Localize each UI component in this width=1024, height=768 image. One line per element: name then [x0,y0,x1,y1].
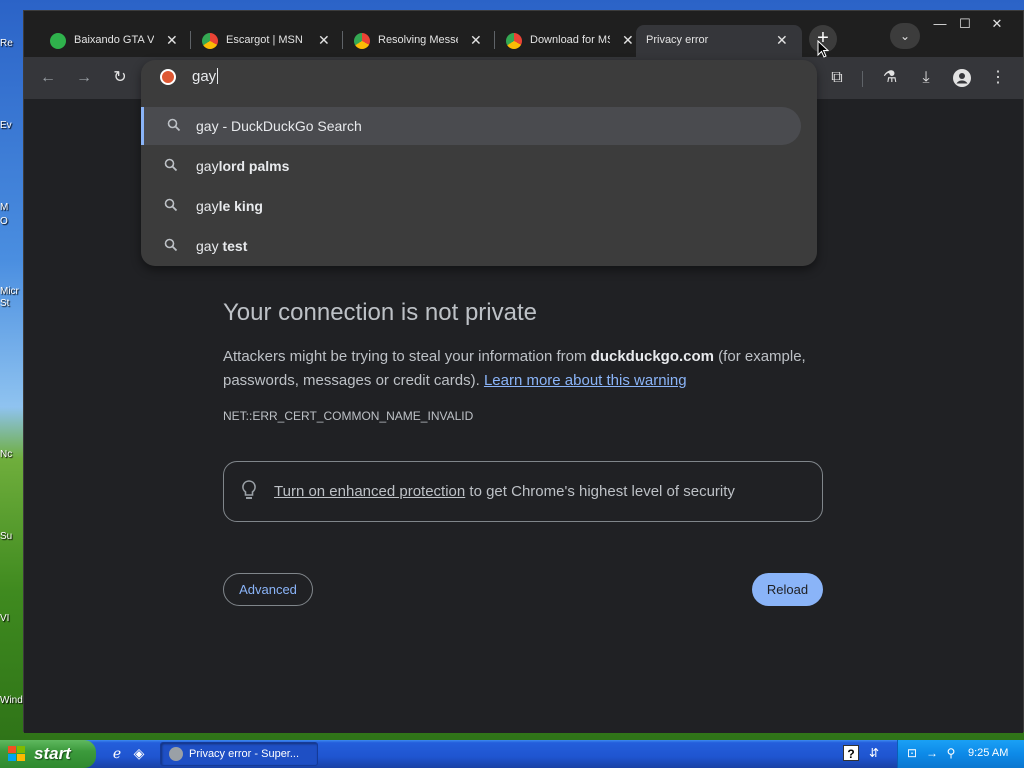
enhanced-protection-text: Turn on enhanced protection to get Chrom… [274,483,735,500]
advanced-button[interactable]: Advanced [223,573,313,606]
tab-search-button[interactable]: ⌄ [890,23,920,49]
chrome-icon [354,33,370,49]
suggestion-suffix: le king [218,198,263,214]
suggestion-item[interactable]: gay test [141,227,801,265]
tab-title: Baixando GTA V [74,34,154,46]
typed-text: gay [192,68,217,85]
taskbar-window-button[interactable]: Privacy error - Super... [160,742,318,766]
text-caret [217,68,219,84]
address-bar[interactable]: gay [141,60,817,94]
tab-privacy-error[interactable]: Privacy error ✕ [636,25,802,57]
taskbar: start ℯ ◈ Privacy error - Super... ? ⇵ ⊡… [0,740,1024,768]
page-title: Your connection is not private [223,299,537,326]
duckduckgo-icon [160,69,176,85]
suggestion-suffix: test [222,238,248,254]
close-icon[interactable]: ✕ [776,32,788,49]
extensions-button[interactable]: ⧉ [824,65,850,91]
search-icon [164,198,178,212]
tab-baixando-gta[interactable]: Baixando GTA V ✕ [24,25,184,57]
search-tray-icon[interactable]: ⚲ [943,746,959,762]
forward-arrow-icon: → [76,69,92,86]
suggestion-text: gayle king [196,198,263,214]
enhanced-protection-link[interactable]: Turn on enhanced protection [274,483,465,500]
language-bar-icon[interactable]: ⇵ [866,746,882,762]
suggestion-prefix: gay [196,118,219,134]
enhanced-protection-box: Turn on enhanced protection to get Chrom… [223,461,823,522]
omnibox-input[interactable]: gay [192,68,219,85]
suggestion-suffix: lord palms [218,158,290,174]
tab-title: Escargot | MSN M [226,34,306,46]
tab-title: Download for MS [530,34,610,46]
green-app-icon [50,33,66,49]
kebab-menu-icon: ⋮ [990,69,1006,86]
close-icon[interactable]: ✕ [622,32,634,49]
tab-download-msn[interactable]: Download for MS ✕ [480,25,640,57]
puzzle-icon: ⧉ [831,69,843,86]
minimize-button[interactable]: — [926,13,954,35]
network-icon[interactable]: ⊡ [904,746,920,762]
maximize-button[interactable]: ☐ [951,13,979,35]
enhanced-protection-rest: to get Chrome's highest level of securit… [465,483,735,500]
back-arrow-icon: ← [40,69,56,86]
start-label: start [34,744,71,763]
window-close-button[interactable]: ✕ [983,13,1011,35]
toolbar-divider [862,71,863,87]
suggestion-item[interactable]: gay - DuckDuckGo Search [141,107,801,145]
chrome-icon [202,33,218,49]
error-code: NET::ERR_CERT_COMMON_NAME_INVALID [223,409,474,423]
reload-button[interactable]: ↻ [106,64,134,92]
suggestion-prefix: gay [196,158,219,174]
tab-title: Privacy error [646,34,709,46]
menu-button[interactable]: ⋮ [985,65,1011,91]
tab-escargot[interactable]: Escargot | MSN M ✕ [176,25,336,57]
volume-icon[interactable]: → [924,746,940,762]
suggestion-prefix: gay [196,238,223,254]
forward-button[interactable]: → [70,64,98,92]
tab-strip: Baixando GTA V ✕ Escargot | MSN M ✕ Reso… [24,11,1023,57]
omnibox-dropdown: gay gay - DuckDuckGo Search gaylord palm… [141,60,817,266]
reload-icon: ↻ [113,69,127,86]
windows-flag-icon [8,746,25,761]
suggestion-text: gay - DuckDuckGo Search [196,118,362,134]
reload-page-button[interactable]: Reload [752,573,823,606]
download-icon: ⤓ [922,69,930,86]
chrome-window: Baixando GTA V ✕ Escargot | MSN M ✕ Reso… [23,10,1024,733]
flask-icon: ⚗ [882,69,898,86]
quicklaunch-icon[interactable]: ◈ [130,745,148,763]
back-button[interactable]: ← [34,64,62,92]
start-button[interactable]: start [0,740,96,768]
labs-button[interactable]: ⚗ [877,65,903,91]
domain-name: duckduckgo.com [590,348,715,365]
suggestion-text: gay test [196,238,247,254]
system-clock: 9:25 AM [968,747,1009,759]
lightbulb-icon [242,480,256,499]
chrome-icon [506,33,522,49]
taskbar-window-title: Privacy error - Super... [189,748,300,760]
body-text: Attackers might be trying to steal your … [223,348,591,365]
suggestion-item[interactable]: gaylord palms [141,147,801,185]
error-description: Attackers might be trying to steal your … [223,345,833,393]
suggestion-text: gaylord palms [196,158,289,174]
search-icon [167,118,181,132]
profile-icon [953,69,971,87]
suggestion-item[interactable]: gayle king [141,187,801,225]
tab-resolving-messenger[interactable]: Resolving Messe ✕ [328,25,488,57]
tab-title: Resolving Messe [378,34,458,46]
learn-more-link[interactable]: Learn more about this warning [484,372,687,389]
chrome-icon [169,747,183,761]
internet-explorer-icon[interactable]: ℯ [108,745,126,763]
downloads-button[interactable]: ⤓ [913,65,939,91]
search-icon [164,238,178,252]
search-icon [164,158,178,172]
help-icon[interactable]: ? [843,745,859,761]
suggestion-prefix: gay [196,198,219,214]
chevron-down-icon: ⌄ [899,29,911,43]
mouse-cursor-icon [817,40,829,58]
suggestion-suffix: - DuckDuckGo Search [218,118,362,134]
profile-button[interactable] [949,65,975,91]
